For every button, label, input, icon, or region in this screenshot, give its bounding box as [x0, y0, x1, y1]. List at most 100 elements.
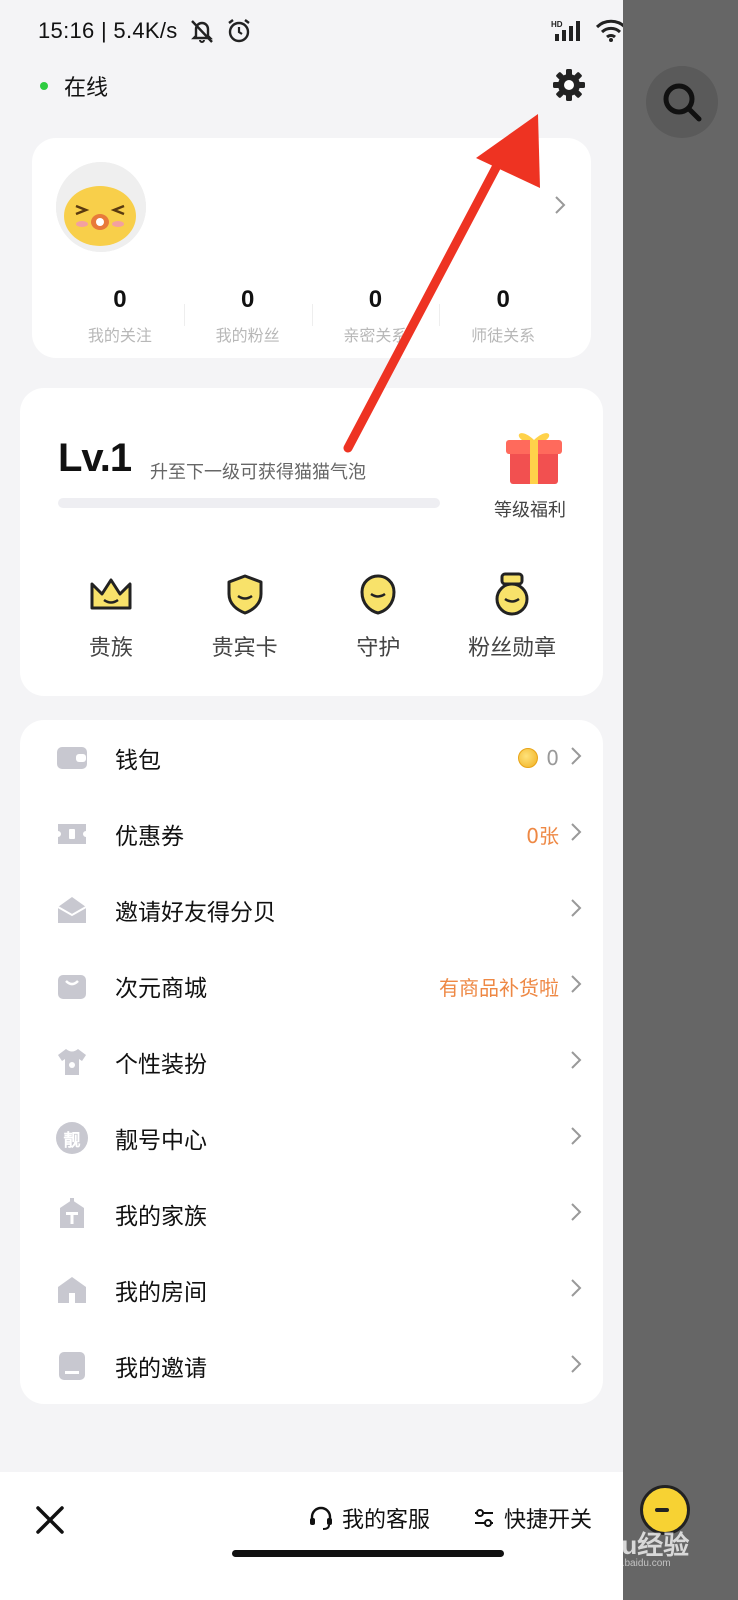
stat-label: 亲密关系: [343, 326, 408, 345]
menu-label: 优惠券: [115, 824, 184, 850]
coupon-count: 0张: [526, 823, 559, 848]
pretty-number-icon: 靓: [56, 1122, 88, 1154]
search-icon: [663, 83, 702, 122]
alarm-icon: [226, 18, 252, 44]
invite-box-icon: [56, 894, 88, 926]
menu-item-invite-friends[interactable]: 邀请好友得分贝: [20, 872, 603, 948]
menu-label: 靓号中心: [115, 1128, 207, 1154]
gear-icon: [553, 69, 585, 101]
online-label: 在线: [64, 76, 109, 101]
medal-icon: [488, 570, 536, 618]
menu-label: 我的房间: [115, 1280, 207, 1306]
guard-icon: [354, 570, 402, 618]
profile-card[interactable]: 0 我的关注 0 我的粉丝 0 亲密关系 0 师徒关系: [32, 138, 591, 358]
headset-icon: [310, 1506, 332, 1530]
stat-label: 我的粉丝: [215, 326, 280, 345]
chevron-right-icon: [569, 1353, 583, 1379]
level-title: Lv.1: [58, 436, 132, 480]
chevron-right-icon: [569, 745, 583, 771]
stat-following[interactable]: 0 我的关注: [56, 286, 184, 346]
house-icon: [56, 1274, 88, 1306]
cellular-signal-icon: HD: [551, 18, 585, 44]
benefit-nobility[interactable]: 贵族: [44, 570, 178, 662]
chevron-right-icon: [569, 1201, 583, 1227]
crown-icon: [87, 570, 135, 618]
stat-label: 师徒关系: [471, 326, 536, 345]
invitation-doc-icon: [56, 1350, 88, 1382]
stat-count: 0: [113, 286, 127, 313]
benefit-label: 贵宾卡: [211, 636, 278, 661]
shop-restock-notice: 有商品补货啦: [439, 975, 559, 1000]
watermark-url: jingyan.baidu.com: [590, 1558, 671, 1569]
benefit-label: 守护: [356, 636, 401, 661]
level-benefits-label[interactable]: 等级福利: [494, 496, 566, 522]
tshirt-icon: [56, 1046, 88, 1078]
benefit-fan-medal[interactable]: 粉丝勋章: [445, 570, 579, 662]
home-indicator[interactable]: [232, 1550, 504, 1557]
benefit-vip-card[interactable]: 贵宾卡: [178, 570, 312, 662]
close-button[interactable]: [34, 1504, 66, 1536]
menu-item-my-room[interactable]: 我的房间: [20, 1252, 603, 1328]
settings-button[interactable]: [550, 66, 588, 104]
customer-service-button[interactable]: 我的客服: [308, 1502, 430, 1534]
stat-count: 0: [368, 286, 383, 313]
menu-label: 我的邀请: [115, 1356, 207, 1382]
chevron-right-icon: [569, 897, 583, 923]
stat-count: 0: [496, 286, 510, 313]
online-dot-icon: [40, 82, 48, 90]
menu-item-family[interactable]: 我的家族: [20, 1176, 603, 1252]
bottom-bar: 我的客服 快捷开关: [0, 1472, 623, 1600]
menu-label: 我的家族: [115, 1204, 207, 1230]
stat-fans[interactable]: 0 我的粉丝: [183, 286, 312, 346]
menu-label: 个性装扮: [115, 1052, 207, 1078]
level-progress-bar: [58, 498, 440, 508]
stat-count: 0: [240, 286, 255, 313]
level-card: Lv.1 升至下一级可获得猫猫气泡 等级福利 贵族 贵宾卡 守护 粉丝勋章: [20, 388, 603, 696]
watermark: Baidu经验: [565, 1530, 690, 1560]
chevron-right-icon: [569, 821, 583, 847]
chevron-right-icon: [569, 973, 583, 999]
benefit-label: 粉丝勋章: [468, 636, 557, 661]
close-icon: [36, 1506, 64, 1534]
gift-box-icon[interactable]: [504, 426, 564, 484]
side-drawer: 15:16 | 5.4K/s HD 48 在线: [0, 0, 687, 1600]
menu-item-wallet[interactable]: 钱包 0: [20, 720, 603, 796]
menu-item-my-invitations[interactable]: 我的邀请: [20, 1328, 603, 1404]
sliders-icon: [475, 1509, 493, 1527]
profile-chevron-icon: [553, 194, 567, 220]
wallet-icon: [56, 742, 88, 774]
profile-stats: 0 我的关注 0 我的粉丝 0 亲密关系 0 师徒关系: [56, 286, 567, 346]
wallet-balance: 0: [546, 746, 559, 770]
chevron-right-icon: [569, 1277, 583, 1303]
menu-label: 邀请好友得分贝: [115, 900, 276, 926]
status-time: 15:16 | 5.4K/s: [38, 18, 178, 43]
benefit-guard[interactable]: 守护: [312, 570, 446, 662]
benefit-label: 贵族: [88, 636, 133, 661]
coin-icon: [518, 748, 539, 768]
service-label: 我的客服: [342, 1508, 431, 1533]
shop-bag-icon: [56, 970, 88, 1002]
menu-card: 钱包 0 优惠券 0张 邀请好友得分贝 次元商城 有商品补货啦 个性装扮 靓 靓…: [20, 720, 603, 1404]
chevron-right-icon: [569, 1125, 583, 1151]
menu-item-pretty-number[interactable]: 靓 靓号中心: [20, 1100, 603, 1176]
stat-intimacy[interactable]: 0 亲密关系: [311, 286, 440, 346]
chevron-right-icon: [569, 1049, 583, 1075]
menu-item-shop[interactable]: 次元商城 有商品补货啦: [20, 948, 603, 1024]
svg-text:HD: HD: [551, 20, 563, 29]
online-status[interactable]: 在线: [40, 70, 108, 102]
avatar[interactable]: [56, 162, 146, 252]
benefits-row: 贵族 贵宾卡 守护 粉丝勋章: [44, 570, 579, 662]
status-bar: 15:16 | 5.4K/s HD 48: [0, 0, 687, 64]
drawer-scrim[interactable]: [623, 0, 738, 1600]
menu-item-coupons[interactable]: 优惠券 0张: [20, 796, 603, 872]
shield-icon: [221, 570, 269, 618]
mute-bell-icon: [188, 18, 216, 44]
menu-item-dress-up[interactable]: 个性装扮: [20, 1024, 603, 1100]
level-description: 升至下一级可获得猫猫气泡: [150, 462, 366, 483]
coupon-icon: [56, 818, 88, 850]
menu-label: 钱包: [115, 748, 161, 774]
family-icon: [56, 1198, 88, 1230]
search-button[interactable]: [646, 66, 718, 138]
menu-label: 次元商城: [115, 976, 207, 1002]
stat-mentorship[interactable]: 0 师徒关系: [439, 286, 567, 346]
